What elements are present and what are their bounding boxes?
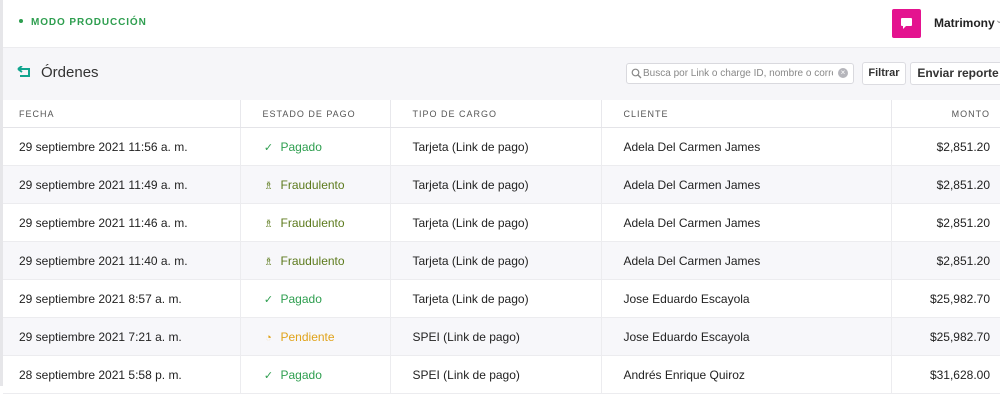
cell-date: 29 septiembre 2021 11:56 a. m. [3, 127, 241, 166]
status-label: Pagado [280, 139, 322, 154]
search-icon [631, 68, 642, 79]
status-label: Fraudulento [280, 215, 345, 230]
cell-client: Adela Del Carmen James [601, 165, 892, 204]
cell-client: Jose Eduardo Escayola [601, 279, 892, 318]
cell-date: 29 septiembre 2021 11:46 a. m. [3, 203, 241, 242]
send-report-button[interactable]: Enviar reporte [910, 62, 1000, 85]
cell-status: ◔ Pendiente [240, 317, 391, 356]
fraud-icon: ♗ [263, 255, 274, 268]
cell-client: Jose Eduardo Escayola [601, 317, 892, 356]
table-row[interactable]: 29 septiembre 2021 11:56 a. m. ✓ Pagado T… [3, 127, 1000, 166]
fraud-icon: ♗ [263, 217, 274, 230]
column-header-date[interactable]: FECHA [3, 100, 241, 128]
cell-date: 28 septiembre 2021 5:58 p. m. [3, 355, 241, 394]
cell-amount: $31,628.00 [891, 355, 1000, 394]
cell-type: SPEI (Link de pago) [390, 355, 602, 394]
account-avatar[interactable] [892, 9, 921, 38]
cell-amount: $25,982.70 [891, 317, 1000, 356]
cell-amount: $2,851.20 [891, 203, 1000, 242]
cell-client: Andrés Enrique Quiroz [601, 355, 892, 394]
cell-type: Tarjeta (Link de pago) [390, 165, 602, 204]
cell-date: 29 septiembre 2021 11:49 a. m. [3, 165, 241, 204]
column-header-client[interactable]: CLIENTE [601, 100, 892, 128]
table-row[interactable]: 29 septiembre 2021 11:40 a. m. ♗ Fraudule… [3, 241, 1000, 280]
cell-date: 29 septiembre 2021 7:21 a. m. [3, 317, 241, 356]
table-row[interactable]: 29 septiembre 2021 11:46 a. m. ♗ Fraudule… [3, 203, 1000, 242]
check-icon: ✓ [263, 369, 274, 382]
chevron-down-icon[interactable]: ⌄ [995, 15, 1000, 26]
fraud-icon: ♗ [263, 179, 274, 192]
clock-icon: ◔ [265, 331, 272, 344]
status-label: Fraudulento [280, 253, 345, 268]
cell-status: ✓ Pagado [240, 279, 391, 318]
filter-button[interactable]: Filtrar [862, 62, 906, 85]
cell-type: Tarjeta (Link de pago) [390, 127, 602, 166]
orders-table: FECHA ESTADO DE PAGO TIPO DE CARGO CLIEN… [3, 100, 1000, 394]
cell-amount: $2,851.20 [891, 241, 1000, 280]
cell-client: Adela Del Carmen James [601, 127, 892, 166]
table-row[interactable]: 29 septiembre 2021 7:21 a. m. ◔ Pendiente… [3, 317, 1000, 356]
table-row[interactable]: 29 septiembre 2021 8:57 a. m. ✓ Pagado Ta… [3, 279, 1000, 318]
status-label: Pagado [280, 367, 322, 382]
page-title: Órdenes [41, 64, 99, 81]
mode-label: MODO PRODUCCIÓN [31, 17, 147, 28]
mode-indicator: MODO PRODUCCIÓN [19, 17, 147, 28]
cell-type: SPEI (Link de pago) [390, 317, 602, 356]
cell-type: Tarjeta (Link de pago) [390, 241, 602, 280]
cell-status: ♗ Fraudulento [240, 165, 391, 204]
page-header: Órdenes × Filtrar Enviar reporte [3, 48, 1000, 100]
search-box[interactable]: × [626, 63, 854, 84]
cell-status: ♗ Fraudulento [240, 241, 391, 280]
mode-dot-icon [19, 19, 23, 24]
status-label: Fraudulento [280, 177, 345, 192]
cell-client: Adela Del Carmen James [601, 241, 892, 280]
cell-type: Tarjeta (Link de pago) [390, 279, 602, 318]
status-label: Pendiente [280, 329, 335, 344]
clear-search-icon[interactable]: × [838, 68, 848, 78]
cell-amount: $25,982.70 [891, 279, 1000, 318]
table-row[interactable]: 29 septiembre 2021 11:49 a. m. ♗ Fraudule… [3, 165, 1000, 204]
search-input[interactable] [643, 66, 833, 81]
check-icon: ✓ [263, 141, 274, 154]
account-name[interactable]: Matrimony [934, 16, 995, 30]
orders-table-container: FECHA ESTADO DE PAGO TIPO DE CARGO CLIEN… [3, 100, 1000, 394]
check-icon: ✓ [263, 293, 274, 306]
cell-client: Adela Del Carmen James [601, 203, 892, 242]
cell-status: ✓ Pagado [240, 127, 391, 166]
cell-status: ♗ Fraudulento [240, 203, 391, 242]
top-bar: MODO PRODUCCIÓN Matrimony ⌄ [3, 0, 1000, 48]
cell-status: ✓ Pagado [240, 355, 391, 394]
column-header-status[interactable]: ESTADO DE PAGO [240, 100, 391, 128]
column-header-amount[interactable]: MONTO [891, 100, 1000, 128]
cell-type: Tarjeta (Link de pago) [390, 203, 602, 242]
table-row[interactable]: 28 septiembre 2021 5:58 p. m. ✓ Pagado SP… [3, 355, 1000, 394]
cell-amount: $2,851.20 [891, 165, 1000, 204]
back-icon[interactable] [17, 66, 33, 78]
status-label: Pagado [280, 291, 322, 306]
cell-date: 29 septiembre 2021 8:57 a. m. [3, 279, 241, 318]
column-header-type[interactable]: TIPO DE CARGO [390, 100, 602, 128]
cell-date: 29 septiembre 2021 11:40 a. m. [3, 241, 241, 280]
table-header-row: FECHA ESTADO DE PAGO TIPO DE CARGO CLIEN… [3, 100, 1000, 128]
cell-amount: $2,851.20 [891, 127, 1000, 166]
